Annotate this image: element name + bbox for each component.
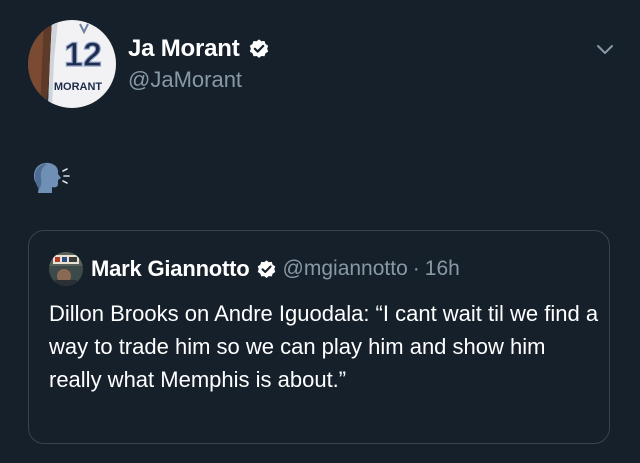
quoted-author-avatar[interactable] [49,252,83,286]
tweet-view: 12 MORANT Ja Morant @JaMorant Mark Giann… [0,0,640,463]
author-name[interactable]: Ja Morant [128,35,240,63]
quoted-author-name[interactable]: Mark Giannotto [91,256,250,282]
verified-badge-icon [256,259,277,280]
quoted-avatar-image [49,252,83,286]
jersey-avatar-image: 12 MORANT [28,20,116,108]
verified-badge-icon [248,38,270,60]
quoted-tweet-header: Mark Giannotto @mgiannotto · 16h [91,253,460,285]
quoted-tweet-text: Dillon Brooks on Andre Iguodala: “I cant… [49,301,599,392]
quoted-tweet-time[interactable]: 16h [425,257,460,281]
jersey-name: MORANT [54,81,103,93]
author-name-row: Ja Morant [128,32,270,66]
jersey-number: 12 [64,36,102,74]
author-avatar[interactable]: 12 MORANT [28,20,116,108]
author-info[interactable]: Ja Morant @JaMorant [128,32,270,93]
speaking-head-icon [30,160,72,194]
quoted-tweet-card[interactable]: Mark Giannotto @mgiannotto · 16h Dillon … [28,230,610,444]
author-handle[interactable]: @JaMorant [128,67,270,93]
separator-dot: · [412,257,420,280]
quoted-author-handle[interactable]: @mgiannotto [283,257,408,281]
chevron-down-icon[interactable] [594,38,616,60]
